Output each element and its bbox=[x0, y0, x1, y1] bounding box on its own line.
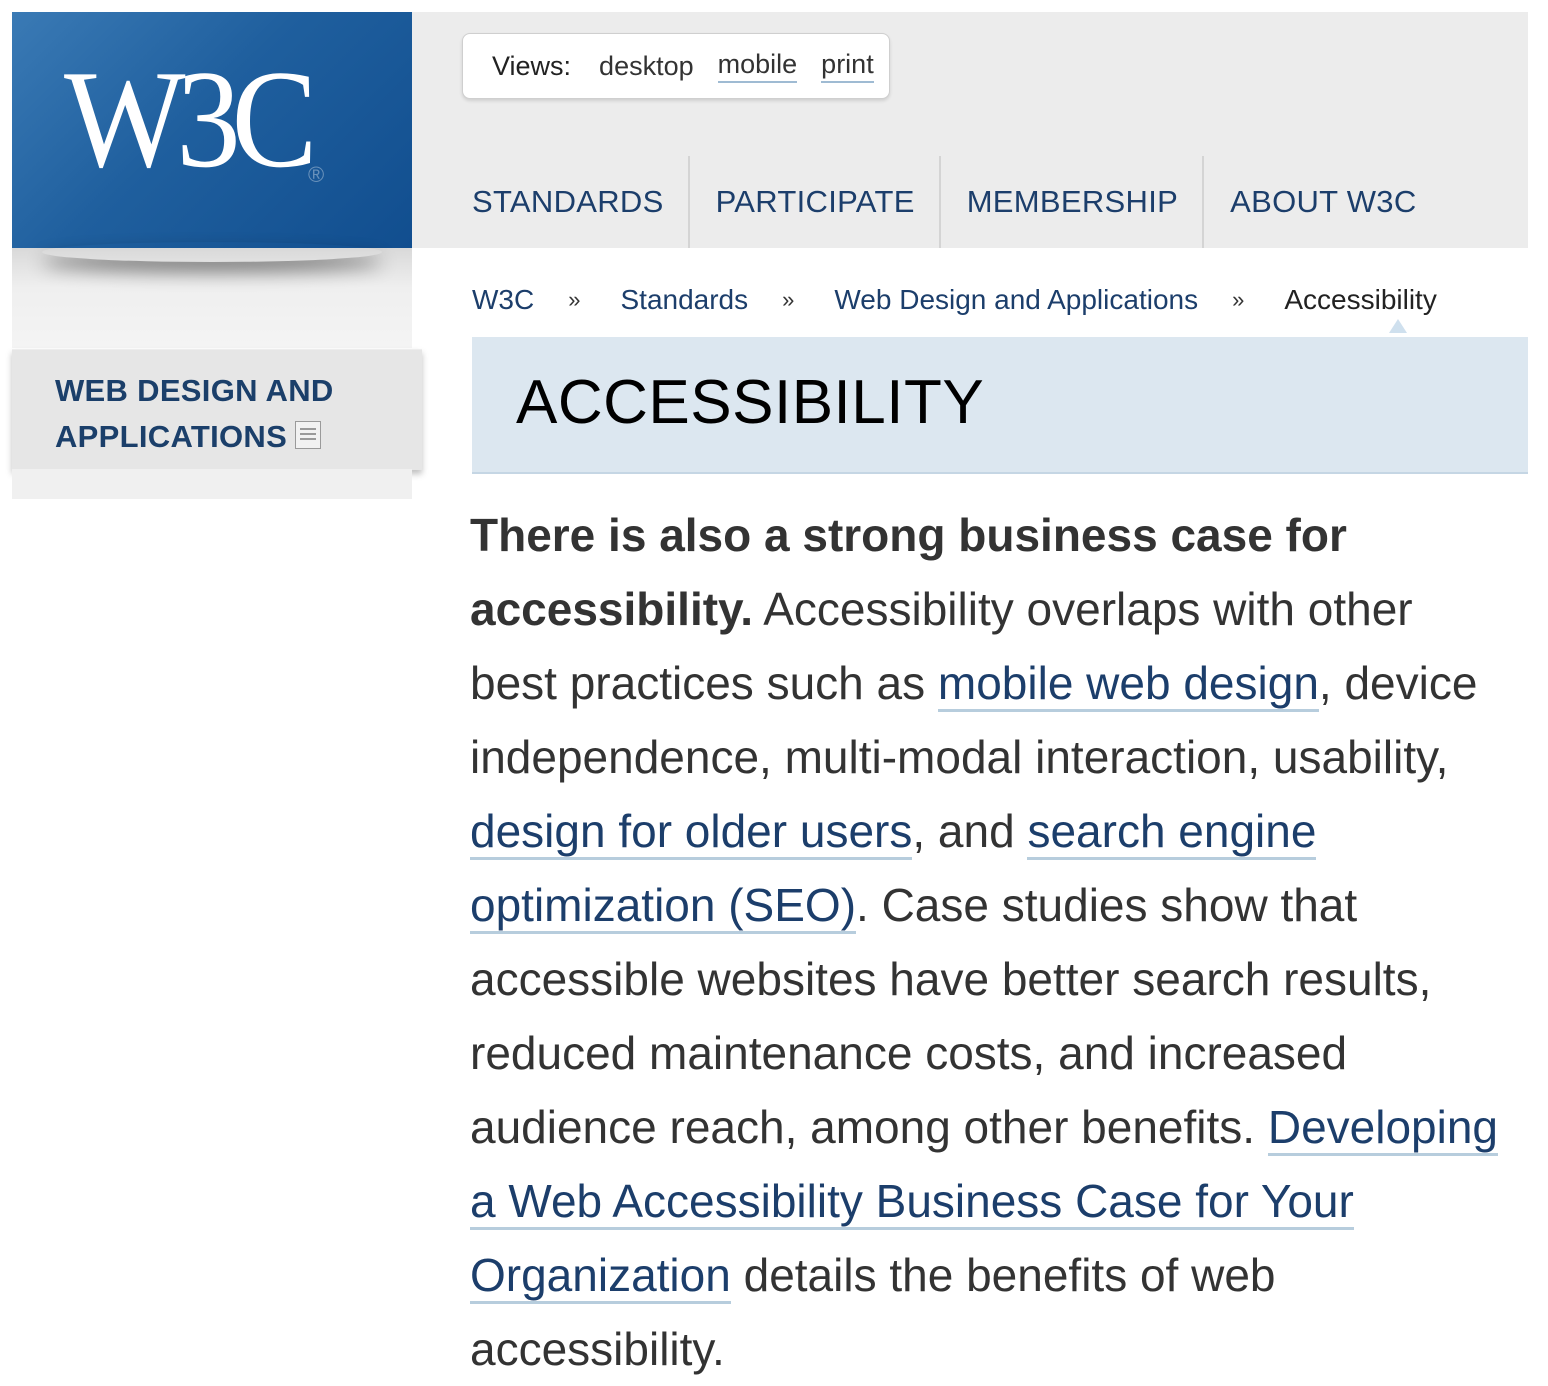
logo-text: W3C bbox=[64, 42, 317, 197]
sidebar-heading[interactable]: WEB DESIGN AND APPLICATIONS bbox=[55, 368, 334, 460]
view-print-link[interactable]: print bbox=[821, 49, 874, 83]
sidebar-section-card: WEB DESIGN AND APPLICATIONS bbox=[12, 349, 422, 470]
breadcrumb-w3c[interactable]: W3C bbox=[472, 284, 534, 316]
breadcrumb-separator: » bbox=[1232, 287, 1245, 312]
registered-mark: ® bbox=[308, 162, 325, 187]
breadcrumb-web-design[interactable]: Web Design and Applications bbox=[834, 284, 1198, 316]
breadcrumb-current-marker bbox=[1389, 319, 1407, 333]
title-band: ACCESSIBILITY bbox=[472, 337, 1528, 474]
views-switcher: Views: desktop mobile print bbox=[462, 33, 890, 99]
document-icon bbox=[295, 421, 322, 449]
sidebar-foot bbox=[12, 469, 412, 499]
view-desktop: desktop bbox=[599, 50, 694, 81]
link-mobile-web-design[interactable]: mobile web design bbox=[937, 657, 1319, 712]
main-content: There is also a strong business case for… bbox=[470, 498, 1510, 1386]
breadcrumb-separator: » bbox=[568, 287, 581, 312]
page-title: ACCESSIBILITY bbox=[516, 368, 985, 437]
nav-standards[interactable]: STANDARDS bbox=[446, 156, 690, 248]
body-text: , and bbox=[912, 805, 1028, 857]
nav-participate[interactable]: PARTICIPATE bbox=[690, 156, 941, 248]
main-nav: STANDARDS PARTICIPATE MEMBERSHIP ABOUT W… bbox=[446, 156, 1441, 248]
link-design-older-users[interactable]: design for older users bbox=[470, 805, 913, 860]
breadcrumb-standards[interactable]: Standards bbox=[620, 284, 748, 316]
breadcrumb-separator: » bbox=[782, 287, 795, 312]
nav-about-w3c[interactable]: ABOUT W3C bbox=[1204, 156, 1440, 248]
logo-shadow bbox=[12, 248, 412, 348]
sidebar-heading-line1: WEB DESIGN AND bbox=[55, 373, 334, 408]
views-label: Views: bbox=[492, 50, 572, 81]
breadcrumb-current: Accessibility bbox=[1284, 284, 1437, 315]
breadcrumb: W3C » Standards » Web Design and Applica… bbox=[472, 280, 1437, 320]
view-mobile-link[interactable]: mobile bbox=[717, 49, 798, 83]
w3c-logo[interactable]: W3C ® bbox=[12, 12, 412, 248]
body-paragraph: There is also a strong business case for… bbox=[470, 498, 1510, 1386]
sidebar-heading-line2: APPLICATIONS bbox=[55, 419, 288, 454]
nav-membership[interactable]: MEMBERSHIP bbox=[941, 156, 1205, 248]
